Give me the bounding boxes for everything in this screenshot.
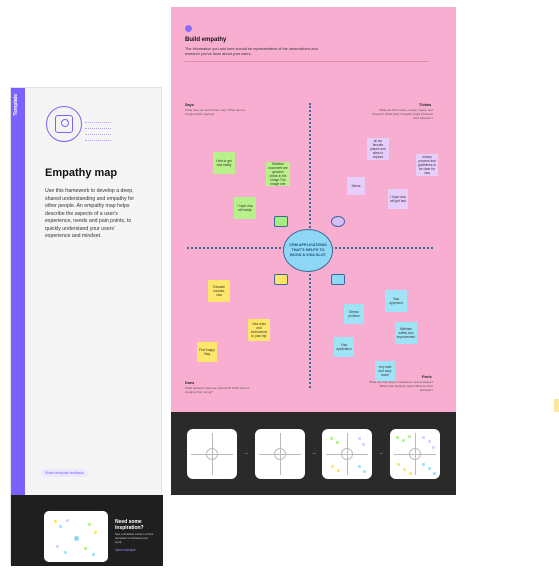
sticky-note[interactable]: Maintain safety and improvement xyxy=(395,322,417,344)
sticky-note[interactable]: Educate courses, visa xyxy=(208,280,230,302)
quadrant-does-sub: What behavior have we observed? What can… xyxy=(185,386,250,394)
template-description: Use this framework to develop a deep, sh… xyxy=(45,188,135,239)
example-thumbnail[interactable] xyxy=(44,511,108,562)
sticky-note[interactable]: How to get visa easily xyxy=(213,152,235,174)
quadrant-says-label: Says xyxy=(185,103,194,107)
page: Template Empathy map Use this framework … xyxy=(0,0,559,569)
empathy-map-canvas[interactable]: Build empathy The information you add he… xyxy=(171,7,456,412)
steps-bar: → → → xyxy=(171,412,456,495)
sticky-note[interactable]: Whether document are genuine check in th… xyxy=(266,162,290,186)
arrow-right-icon: → xyxy=(378,450,384,456)
profile-card-icon xyxy=(43,106,113,156)
sticky-note[interactable]: all our favorite places and sites to exp… xyxy=(367,138,389,160)
step-thumbnail-3[interactable] xyxy=(322,429,372,479)
inspiration-footer: Need some inspiration? See a finished ve… xyxy=(11,495,163,566)
thought-bubble-icon xyxy=(331,216,345,227)
sticky-note[interactable]: Visa application xyxy=(334,337,354,357)
sticky-note[interactable]: money process and guidelines to be clear… xyxy=(416,154,438,176)
template-feedback-button[interactable]: Share template feedback xyxy=(41,469,88,477)
sticky-note[interactable]: Feel happy Stay xyxy=(197,342,217,362)
template-strip: Template xyxy=(11,88,25,495)
canvas-description: The information you add here should be r… xyxy=(185,47,318,56)
template-card: Template Empathy map Use this framework … xyxy=(10,87,163,566)
quadrant-feels-label: Feels xyxy=(422,375,432,379)
quadrant-does-label: Does xyxy=(185,381,195,385)
sticky-note[interactable]: Stress/ problem xyxy=(344,304,364,324)
template-label: Template xyxy=(13,94,19,116)
template-title: Empathy map xyxy=(45,167,118,179)
sticky-note[interactable]: very safe and easy travel xyxy=(375,361,395,381)
speech-bubble-icon xyxy=(274,216,288,227)
inspiration-text: See a finished version of this template … xyxy=(115,532,154,544)
sticky-note[interactable]: I hope visa will get fast xyxy=(388,189,408,209)
step-thumbnail-1[interactable] xyxy=(187,429,237,479)
sticky-note[interactable]: Visa approved xyxy=(385,290,407,312)
quadrant-feels-sub: What are their fears, frustrations, and … xyxy=(369,380,433,392)
heart-icon xyxy=(331,274,345,285)
hand-icon xyxy=(274,274,288,285)
divider xyxy=(185,61,429,62)
sticky-note[interactable]: Visa rules and instructions to plan trip xyxy=(248,319,270,341)
open-example-button[interactable]: Open example xyxy=(115,548,136,552)
quadrant-says-sub: What have we heard them say? What can we… xyxy=(185,108,246,116)
step-badge-icon xyxy=(185,25,192,32)
step-thumbnail-2[interactable] xyxy=(255,429,305,479)
quadrant-thinks-label: Thinks xyxy=(419,103,432,107)
arrow-right-icon: → xyxy=(311,450,317,456)
arrow-right-icon: → xyxy=(243,450,249,456)
center-persona[interactable]: CRM APPLICATIONS THAT'S HELPS TO BOOK A … xyxy=(283,229,333,272)
inspiration-title: Need some inspiration? xyxy=(115,519,144,531)
quadrant-thinks-sub: What are their wants, needs, hopes, and … xyxy=(372,108,433,120)
sticky-note[interactable]: Stress xyxy=(347,177,365,195)
sticky-note[interactable]: I hope visa will easily xyxy=(234,197,256,219)
step-thumbnail-4[interactable] xyxy=(390,429,440,479)
partial-sticky-note xyxy=(554,399,559,412)
canvas-title: Build empathy xyxy=(185,37,227,43)
